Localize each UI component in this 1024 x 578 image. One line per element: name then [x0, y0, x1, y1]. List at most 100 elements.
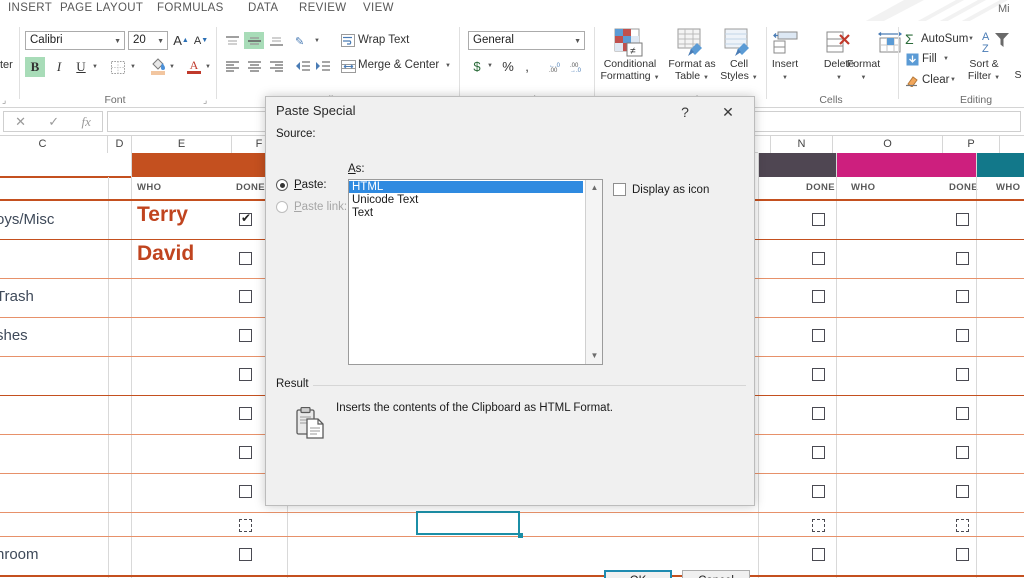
tab-insert[interactable]: INSERT [8, 2, 52, 14]
checkbox-done-f[interactable] [239, 329, 252, 342]
checkbox-done-f[interactable] [239, 519, 252, 532]
paste-radio[interactable] [276, 179, 288, 191]
confirm-edit-icon[interactable]: ✓ [48, 114, 59, 130]
percent-format-button[interactable]: % [500, 57, 516, 75]
currency-dropdown-icon[interactable]: ▼ [485, 57, 495, 75]
close-icon[interactable]: ✕ [710, 101, 746, 123]
align-left-icon[interactable] [222, 57, 242, 75]
orientation-dropdown-icon[interactable]: ▼ [312, 32, 322, 49]
checkbox-done-p[interactable] [956, 519, 969, 532]
comma-format-button[interactable]: , [520, 57, 534, 75]
format-as-table-icon[interactable] [675, 27, 707, 57]
format-painter-label[interactable]: ter [0, 59, 13, 71]
listbox-scrollbar[interactable]: ▲ ▼ [585, 180, 602, 364]
clear-label[interactable]: Clear [922, 74, 949, 86]
top-align-icon[interactable] [222, 32, 242, 49]
checkbox-done-f[interactable] [239, 211, 252, 226]
checkbox-done-p[interactable] [956, 407, 969, 420]
checkbox-done-n[interactable] [812, 519, 825, 532]
font-color-dropdown-icon[interactable]: ▼ [203, 57, 213, 77]
clear-icon[interactable] [905, 73, 919, 87]
merge-center-label[interactable]: Merge & Center [358, 59, 439, 71]
column-header-d[interactable]: D [108, 136, 132, 153]
align-right-icon[interactable] [266, 57, 286, 75]
checkbox-done-p[interactable] [956, 485, 969, 498]
as-listbox[interactable]: HTML Unicode Text Text ▲ ▼ [348, 179, 603, 365]
merge-center-icon[interactable] [340, 57, 356, 75]
number-format-combo[interactable]: General ▼ [468, 31, 585, 50]
decrease-font-size-icon[interactable]: A ▼ [192, 31, 210, 50]
format-cells-button[interactable]: Format ▼ [846, 58, 881, 84]
font-color-icon[interactable]: A [184, 55, 204, 77]
delete-cells-icon[interactable] [825, 30, 853, 56]
borders-icon[interactable] [108, 57, 128, 77]
insert-function-icon[interactable]: fx [81, 114, 90, 130]
font-name-combo[interactable]: Calibri ▼ [25, 31, 125, 50]
scroll-down-icon[interactable]: ▼ [586, 348, 602, 364]
column-header-m-partial[interactable] [758, 136, 771, 153]
checkbox-done-n[interactable] [812, 446, 825, 459]
checkbox-done-f[interactable] [239, 485, 252, 498]
wrap-text-label[interactable]: Wrap Text [358, 34, 409, 46]
find-select-button[interactable]: S [1012, 69, 1024, 82]
cell-selection-range[interactable] [416, 511, 520, 535]
font-dialog-launcher[interactable]: ⌟ [203, 96, 212, 105]
conditional-formatting-button[interactable]: Conditional Formatting ▼ [595, 58, 665, 84]
column-header-p[interactable]: P [943, 136, 1000, 153]
sort-filter-icon[interactable]: A Z [982, 28, 1012, 56]
increase-indent-icon[interactable] [312, 57, 332, 75]
decrease-decimal-icon[interactable]: .00 →.0 [567, 57, 589, 75]
fill-color-icon[interactable] [148, 55, 168, 77]
merge-center-dropdown-icon[interactable]: ▼ [443, 57, 453, 75]
middle-align-icon[interactable] [244, 32, 264, 49]
conditional-formatting-icon[interactable]: ≠ [613, 27, 645, 57]
checkbox-done-p[interactable] [956, 446, 969, 459]
format-cells-icon[interactable] [877, 30, 905, 56]
decrease-indent-icon[interactable] [292, 57, 312, 75]
font-size-combo[interactable]: 20 ▼ [128, 31, 168, 50]
paste-radio-row[interactable]: Paste: [276, 179, 327, 191]
fill-handle[interactable] [518, 533, 523, 538]
ok-button[interactable]: OK [604, 570, 672, 578]
align-center-icon[interactable] [244, 57, 264, 75]
table-row[interactable]: hroom [0, 539, 1024, 575]
autosum-dropdown-icon[interactable]: ▼ [966, 32, 976, 46]
checkbox-done-f[interactable] [239, 446, 252, 459]
italic-button[interactable]: I [49, 57, 69, 77]
paste-link-radio-row[interactable]: Paste link: [276, 201, 347, 213]
autosum-icon[interactable]: Σ [905, 31, 914, 47]
checkbox-done-f[interactable] [239, 290, 252, 303]
cell-styles-button[interactable]: Cell Styles ▼ [718, 58, 760, 84]
underline-button[interactable]: U [71, 57, 91, 77]
checkbox-done-n[interactable] [812, 290, 825, 303]
help-icon[interactable]: ? [672, 101, 698, 123]
checkbox-done-p[interactable] [956, 329, 969, 342]
list-item-unicode-text[interactable]: Unicode Text [349, 194, 583, 206]
fill-dropdown-icon[interactable]: ▼ [941, 52, 951, 66]
cancel-button[interactable]: Cancel [682, 570, 750, 578]
sort-filter-button[interactable]: Sort & Filter ▼ [960, 58, 1008, 84]
checkbox-done-n[interactable] [812, 485, 825, 498]
paste-link-radio[interactable] [276, 201, 288, 213]
format-as-table-button[interactable]: Format as Table ▼ [666, 58, 718, 84]
fill-icon[interactable] [905, 52, 919, 66]
tab-data[interactable]: DATA [248, 2, 278, 14]
underline-dropdown-icon[interactable]: ▼ [90, 57, 100, 77]
checkbox-done-n[interactable] [812, 407, 825, 420]
cancel-edit-icon[interactable]: ✕ [15, 114, 26, 130]
display-as-icon-checkbox[interactable] [613, 183, 626, 196]
column-header-e[interactable]: E [132, 136, 232, 153]
column-header-n[interactable]: N [771, 136, 833, 153]
cell-styles-icon[interactable] [722, 27, 754, 57]
tab-page-layout[interactable]: PAGE LAYOUT [60, 2, 143, 14]
checkbox-done-n[interactable] [812, 548, 825, 561]
checkbox-done-p[interactable] [956, 368, 969, 381]
checkbox-done-p[interactable] [956, 252, 969, 265]
checkbox-done-n[interactable] [812, 368, 825, 381]
tab-review[interactable]: REVIEW [299, 2, 346, 14]
wrap-text-icon[interactable] [340, 32, 356, 49]
increase-decimal-icon[interactable]: ←.0.00 [545, 57, 567, 75]
fill-label[interactable]: Fill [922, 53, 937, 65]
checkbox-done-p[interactable] [956, 213, 969, 226]
tab-view[interactable]: VIEW [363, 2, 394, 14]
